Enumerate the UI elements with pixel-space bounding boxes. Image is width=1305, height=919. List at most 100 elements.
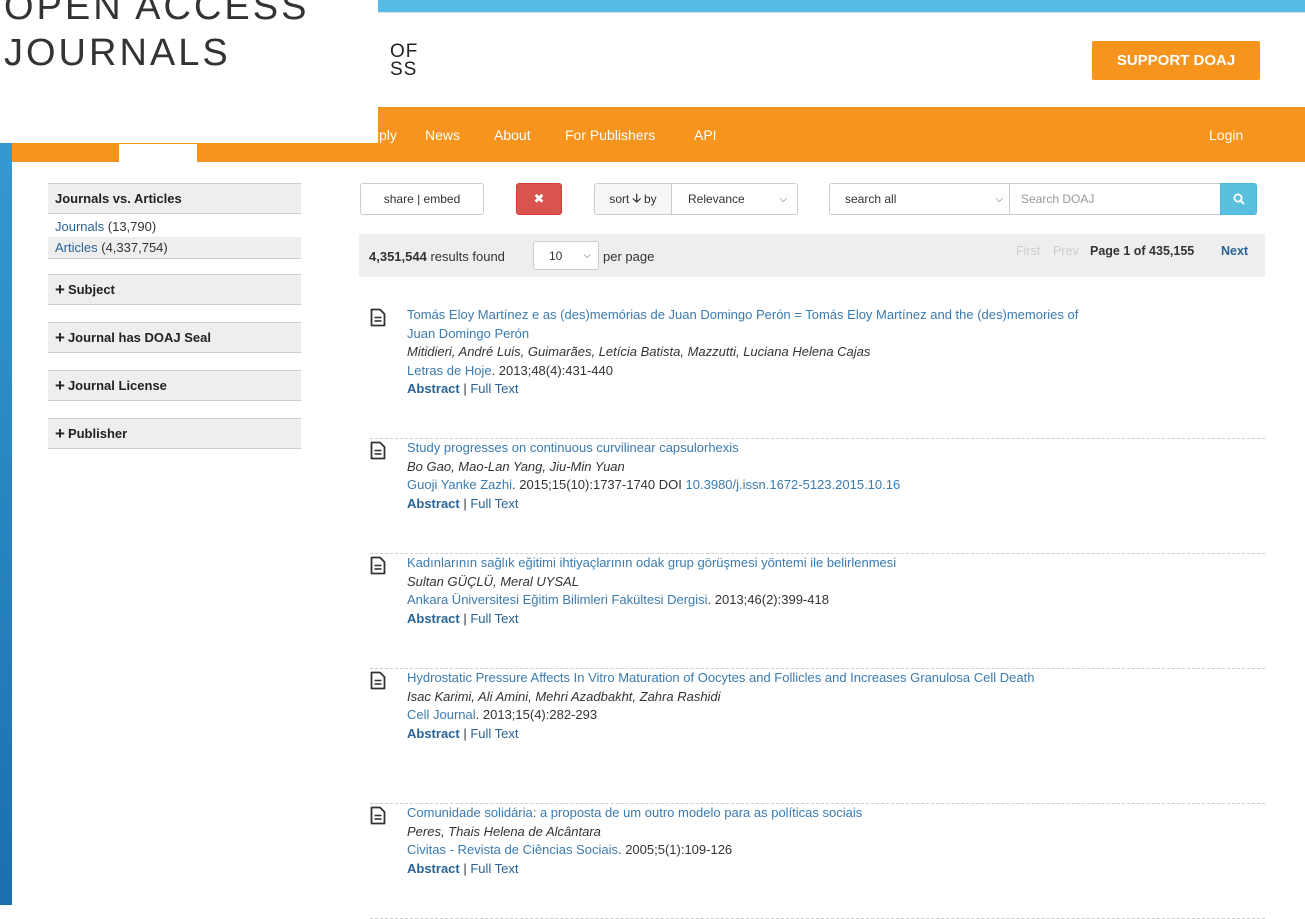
result-citation: . 2013;15(4):282-293 — [475, 707, 598, 722]
result-content: Comunidade solidária: a proposta de um o… — [407, 804, 1107, 878]
result-item: Hydrostatic Pressure Affects In Vitro Ma… — [370, 669, 1265, 804]
pager-next[interactable]: Next — [1221, 244, 1248, 258]
result-journal[interactable]: Ankara Üniversitesi Eğitim Bilimleri Fak… — [407, 592, 708, 607]
facet-journal-license[interactable]: + Journal License — [48, 370, 301, 401]
abstract-link[interactable]: Abstract — [407, 861, 460, 876]
result-citation: . 2013;48(4):431-440 — [491, 362, 613, 378]
result-journal[interactable]: Guoji Yanke Zazhi — [407, 477, 512, 492]
fulltext-link[interactable]: Full Text — [470, 726, 518, 741]
logo-line-2: JOURNALS — [4, 32, 231, 74]
result-authors: Mitidieri, André Luis, Guimarães, Letíci… — [407, 344, 871, 359]
result-item: Kadınlarının sağlık eğitimi ihtiyaçların… — [370, 554, 1265, 669]
sort-direction-button[interactable]: sort 🡣 by — [594, 183, 672, 215]
facet-journals-vs-articles[interactable]: Journals vs. Articles — [48, 183, 301, 214]
facet-label: Subject — [67, 282, 115, 297]
nav-item-about[interactable]: About — [494, 127, 531, 143]
chevron-down-icon: ⌵ — [779, 193, 787, 205]
facet-label: Journal has DOAJ Seal — [67, 330, 211, 345]
per-page-label: per page — [603, 249, 655, 264]
search-input[interactable]: Search DOAJ — [1009, 183, 1221, 215]
sort-by-label: by — [643, 192, 657, 206]
facet-subject[interactable]: + Subject — [48, 274, 301, 305]
result-citation-line: Civitas - Revista de Ciências Sociais. 2… — [407, 841, 1107, 860]
sort-value: Relevance — [688, 192, 745, 206]
result-doi-label: DOI — [658, 477, 682, 492]
result-authors: Isac Karimi, Ali Amini, Mehri Azadbakht,… — [407, 688, 721, 704]
fulltext-link[interactable]: Full Text — [470, 381, 518, 396]
result-title[interactable]: Kadınlarının sağlık eğitimi ihtiyaçların… — [407, 554, 1107, 573]
result-links: Abstract | Full Text — [407, 495, 519, 511]
page-size-select[interactable]: 10 ⌵ — [533, 241, 599, 270]
articles-link[interactable]: Articles — [55, 240, 98, 255]
plus-icon: + — [55, 279, 65, 299]
result-title[interactable]: Study progresses on continuous curviline… — [407, 439, 1107, 458]
result-item: Study progresses on continuous curviline… — [370, 439, 1265, 554]
results-bar: 4,351,544 results found 10 ⌵ per page Fi… — [359, 234, 1265, 277]
document-icon — [370, 556, 386, 575]
result-title[interactable]: Tomás Eloy Martínez e as (des)memórias d… — [407, 306, 1107, 343]
abstract-link[interactable]: Abstract — [407, 496, 460, 511]
document-icon — [370, 671, 386, 690]
plus-icon: + — [55, 327, 65, 347]
facet-option-articles[interactable]: Articles (4,337,754) — [48, 237, 301, 259]
result-content: Tomás Eloy Martínez e as (des)memórias d… — [407, 306, 1107, 399]
result-citation-line: Letras de Hoje. 2013;48(4):431-440 — [407, 362, 1107, 381]
nav-tab-active — [119, 144, 197, 162]
pager-first[interactable]: First — [1016, 244, 1040, 258]
nav-item-news[interactable]: News — [425, 127, 460, 143]
result-links: Abstract | Full Text — [407, 610, 519, 626]
search-field-select[interactable]: search all ⌵ — [829, 183, 1010, 215]
chevron-down-icon: ⌵ — [995, 193, 1003, 205]
journals-link[interactable]: Journals — [55, 219, 104, 234]
result-journal[interactable]: Cell Journal — [407, 707, 476, 722]
result-authors: Sultan GÜÇLÜ, Meral UYSAL — [407, 573, 579, 589]
abstract-link[interactable]: Abstract — [407, 381, 460, 396]
fulltext-link[interactable]: Full Text — [470, 611, 518, 626]
result-title[interactable]: Hydrostatic Pressure Affects In Vitro Ma… — [407, 669, 1107, 688]
plus-icon: + — [55, 375, 65, 395]
document-icon — [370, 806, 386, 825]
nav-item-apply[interactable]: ply — [379, 127, 397, 143]
journals-count: (13,790) — [107, 219, 157, 234]
result-content: Kadınlarının sağlık eğitimi ihtiyaçların… — [407, 554, 1107, 628]
facet-label: Journal License — [67, 378, 167, 393]
result-title[interactable]: Comunidade solidária: a proposta de um o… — [407, 804, 1107, 823]
facet-publisher[interactable]: + Publisher — [48, 418, 301, 449]
result-journal[interactable]: Civitas - Revista de Ciências Sociais — [407, 842, 618, 857]
fulltext-link[interactable]: Full Text — [470, 496, 518, 511]
sort-select[interactable]: Relevance ⌵ — [671, 183, 798, 215]
support-doaj-button[interactable]: SUPPORT DOAJ — [1092, 41, 1260, 80]
result-content: Study progresses on continuous curviline… — [407, 439, 1107, 513]
nav-item-login[interactable]: Login — [1209, 127, 1243, 143]
close-icon: ✖ — [533, 191, 545, 206]
fulltext-link[interactable]: Full Text — [470, 861, 518, 876]
arrow-down-icon: 🡣 — [632, 190, 641, 205]
abstract-link[interactable]: Abstract — [407, 611, 460, 626]
facet-doaj-seal[interactable]: + Journal has DOAJ Seal — [48, 322, 301, 353]
pager-prev[interactable]: Prev — [1053, 244, 1079, 258]
pager-page-info: Page 1 of 435,155 — [1090, 244, 1195, 258]
doaj-logo[interactable]: OPEN ACCESS JOURNALS — [0, 0, 378, 143]
result-item: Comunidade solidária: a proposta de um o… — [370, 804, 1265, 919]
results-found-label: results found — [430, 249, 505, 264]
result-citation-line: Guoji Yanke Zazhi. 2015;15(10):1737-1740… — [407, 476, 1107, 495]
facet-label: Publisher — [67, 426, 128, 441]
result-authors: Bo Gao, Mao-Lan Yang, Jiu-Min Yuan — [407, 458, 625, 474]
result-citation: . 2013;46(2):399-418 — [707, 592, 829, 607]
nav-item-for-publishers[interactable]: For Publishers — [565, 127, 655, 143]
nav-item-api[interactable]: API — [694, 127, 717, 143]
result-content: Hydrostatic Pressure Affects In Vitro Ma… — [407, 669, 1107, 743]
results-count: 4,351,544 — [369, 249, 427, 264]
search-button[interactable] — [1220, 183, 1257, 215]
document-icon — [370, 308, 386, 327]
result-citation-line: Ankara Üniversitesi Eğitim Bilimleri Fak… — [407, 591, 1107, 610]
document-icon — [370, 441, 386, 460]
clear-search-button[interactable]: ✖ — [516, 183, 562, 215]
result-doi-link[interactable]: 10.3980/j.issn.1672-5123.2015.10.16 — [686, 477, 901, 492]
result-citation-line: Cell Journal. 2013;15(4):282-293 — [407, 706, 1107, 725]
facet-option-journals[interactable]: Journals (13,790) — [48, 214, 301, 237]
logo-text-fragment: OF SS — [390, 42, 418, 79]
share-embed-button[interactable]: share | embed — [360, 183, 484, 215]
result-journal[interactable]: Letras de Hoje — [407, 363, 492, 378]
abstract-link[interactable]: Abstract — [407, 726, 460, 741]
